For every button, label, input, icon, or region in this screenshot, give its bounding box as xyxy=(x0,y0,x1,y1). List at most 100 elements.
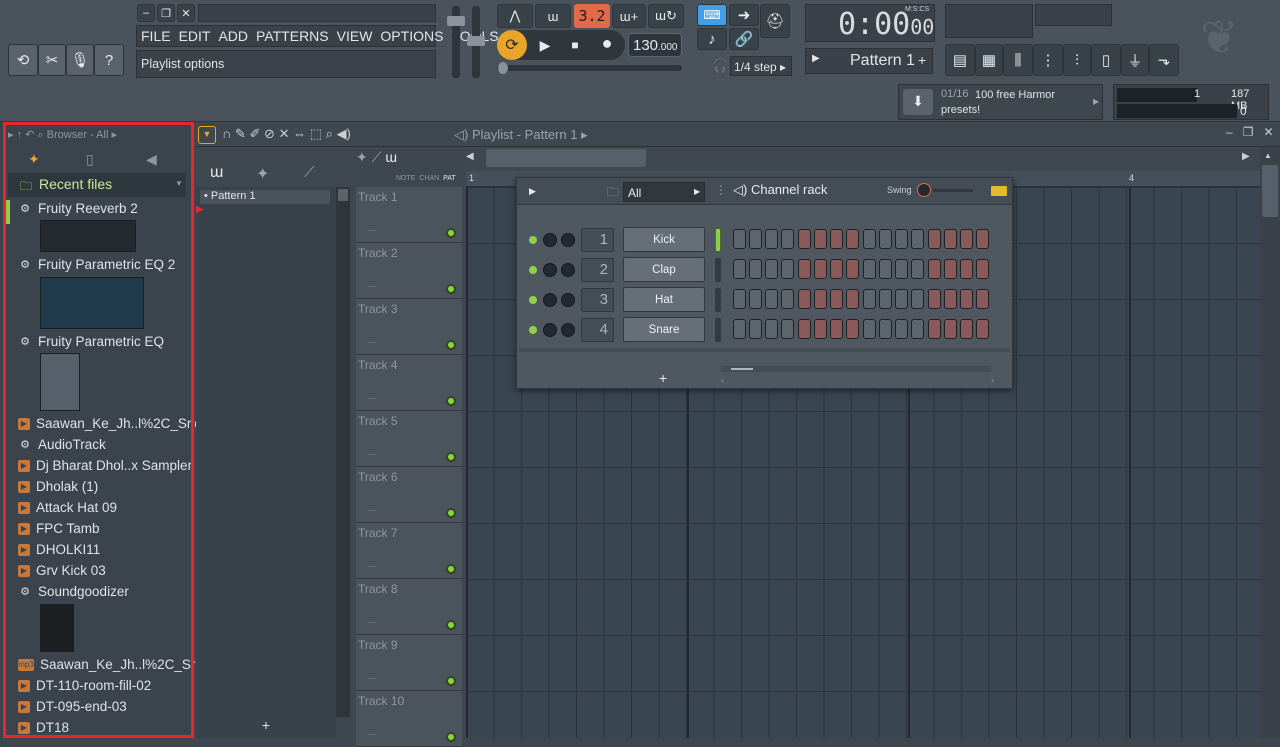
hat-icon[interactable]: ⛑ xyxy=(760,4,790,38)
step-button[interactable] xyxy=(733,289,746,309)
track-header[interactable]: Track 1... xyxy=(356,187,462,243)
step-button[interactable] xyxy=(798,259,811,279)
playlist-vertical-scrollbar[interactable]: ▲ xyxy=(1260,147,1280,738)
track-more-icon[interactable]: ... xyxy=(368,391,376,402)
step-button[interactable] xyxy=(879,259,892,279)
step-button[interactable] xyxy=(911,259,924,279)
step-button[interactable] xyxy=(895,229,908,249)
menu-edit[interactable]: EDIT xyxy=(175,28,215,44)
project-file-icon[interactable]: ▯ xyxy=(1091,44,1121,76)
export-icon[interactable]: ⬎ xyxy=(1149,44,1179,76)
mode-note[interactable]: NOTE xyxy=(396,175,415,182)
add-channel-button[interactable]: + xyxy=(659,370,667,386)
browser-back-icon[interactable]: ↶ xyxy=(25,129,34,141)
browser-item[interactable]: ▶ FPC Tamb xyxy=(18,521,100,536)
step-button[interactable] xyxy=(976,319,989,339)
step-button[interactable] xyxy=(863,289,876,309)
minimize-icon[interactable]: – xyxy=(137,4,155,22)
song-position-handle[interactable] xyxy=(498,62,508,74)
scroll-up-icon[interactable]: ▲ xyxy=(1264,151,1272,160)
recent-files-header[interactable]: 🗀 Recent files ▼ xyxy=(8,173,186,197)
select-icon[interactable]: ⬚ xyxy=(310,126,322,141)
track-header[interactable]: Track 6... xyxy=(356,467,462,523)
track-more-icon[interactable]: ... xyxy=(368,279,376,290)
step-button[interactable] xyxy=(879,319,892,339)
track-header[interactable]: Track 5... xyxy=(356,411,462,467)
step-button[interactable] xyxy=(846,289,859,309)
step-button[interactable] xyxy=(976,229,989,249)
track-more-icon[interactable]: ... xyxy=(368,223,376,234)
browser-tree-icon[interactable]: ⋮ xyxy=(1033,44,1063,76)
browser-item[interactable]: ▶ Saawan_Ke_Jh..l%2C_Sridevi xyxy=(18,416,219,431)
browser-item[interactable]: ▶ DT-110-room-fill-02 xyxy=(18,678,151,693)
rack-scroll-left-icon[interactable]: ‹ xyxy=(721,375,724,385)
add-pattern-button[interactable]: + xyxy=(196,717,336,738)
browser-file-icon[interactable]: ▯ xyxy=(86,151,94,168)
snap-selector[interactable]: 1/4 step ▸ xyxy=(730,56,792,76)
track-header[interactable]: Track 2... xyxy=(356,243,462,299)
track-mute-led[interactable] xyxy=(446,340,456,350)
stop-icon[interactable]: ■ xyxy=(561,32,589,58)
step-button[interactable] xyxy=(928,289,941,309)
menu-view[interactable]: VIEW xyxy=(333,28,377,44)
step-button[interactable] xyxy=(879,289,892,309)
plugin-icon[interactable]: ⏚ xyxy=(1121,44,1149,76)
loop-record-icon[interactable]: ɯ↻ xyxy=(648,4,684,28)
track-more-icon[interactable]: ... xyxy=(368,671,376,682)
close-icon[interactable]: ✕ xyxy=(177,4,195,22)
add-pattern-icon[interactable]: + xyxy=(918,52,926,68)
playlist-maximize-icon[interactable]: ❐ xyxy=(1243,125,1254,139)
restore-icon[interactable]: ❐ xyxy=(157,4,175,22)
step-button[interactable] xyxy=(895,319,908,339)
track-header[interactable]: Track 4... xyxy=(356,355,462,411)
track-mute-led[interactable] xyxy=(446,508,456,518)
piano-roll-icon[interactable]: ⫼ xyxy=(1003,44,1033,76)
step-button[interactable] xyxy=(846,319,859,339)
browser-item[interactable]: ⚙ Fruity Parametric EQ 2 xyxy=(18,257,175,272)
step-button[interactable] xyxy=(863,319,876,339)
browser-item[interactable]: ▶ DT-095-end-03 xyxy=(18,699,127,714)
track-more-icon[interactable]: ... xyxy=(368,447,376,458)
step-button[interactable] xyxy=(863,259,876,279)
mixer-icon[interactable]: ⫶ xyxy=(1063,44,1091,76)
step-button[interactable] xyxy=(960,319,973,339)
pencil-icon[interactable]: ✎ xyxy=(235,126,246,141)
track-mute-led[interactable] xyxy=(446,396,456,406)
step-button[interactable] xyxy=(733,319,746,339)
track-more-icon[interactable]: ... xyxy=(368,559,376,570)
step-button[interactable] xyxy=(846,229,859,249)
step-button[interactable] xyxy=(749,289,762,309)
step-button[interactable] xyxy=(733,229,746,249)
scroll-right-icon[interactable]: ▶ xyxy=(1242,151,1258,167)
step-button[interactable] xyxy=(928,229,941,249)
step-button[interactable] xyxy=(879,229,892,249)
menu-patterns[interactable]: PATTERNS xyxy=(252,28,333,44)
step-button[interactable] xyxy=(749,229,762,249)
volume-handle[interactable] xyxy=(447,16,465,26)
audio-clip-icon[interactable]: ✦ xyxy=(256,164,269,184)
countdown-display[interactable]: 3.2 xyxy=(574,4,610,28)
step-button[interactable] xyxy=(814,289,827,309)
mic-icon[interactable]: 🎙 xyxy=(66,44,94,76)
step-button[interactable] xyxy=(814,259,827,279)
rack-scrollbar[interactable] xyxy=(721,366,991,372)
step-button[interactable] xyxy=(911,289,924,309)
step-button[interactable] xyxy=(944,259,957,279)
news-next-icon[interactable]: ▶ xyxy=(1093,97,1099,106)
browser-search-icon[interactable]: ⌕ xyxy=(37,129,43,141)
step-button[interactable] xyxy=(911,229,924,249)
metronome-icon[interactable]: ⋀ xyxy=(497,4,533,28)
mode-pat[interactable]: PAT xyxy=(443,175,456,182)
menu-options[interactable]: OPTIONS xyxy=(376,28,447,44)
download-icon[interactable]: ⬇ xyxy=(903,89,933,115)
piano-icon[interactable]: ɯ xyxy=(210,164,223,182)
pattern-picker-scrollbar[interactable] xyxy=(336,187,350,717)
track-more-icon[interactable]: ... xyxy=(368,335,376,346)
rack-scroll-thumb[interactable] xyxy=(731,368,753,370)
browser-up-icon[interactable]: ↑ xyxy=(17,129,23,141)
step-button[interactable] xyxy=(895,259,908,279)
news-panel[interactable]: ⬇ 01/16 100 free Harmor presets! ▶ xyxy=(898,84,1103,120)
song-position-slider[interactable] xyxy=(497,65,682,71)
step-button[interactable] xyxy=(944,319,957,339)
record-icon[interactable]: ● xyxy=(593,32,621,58)
